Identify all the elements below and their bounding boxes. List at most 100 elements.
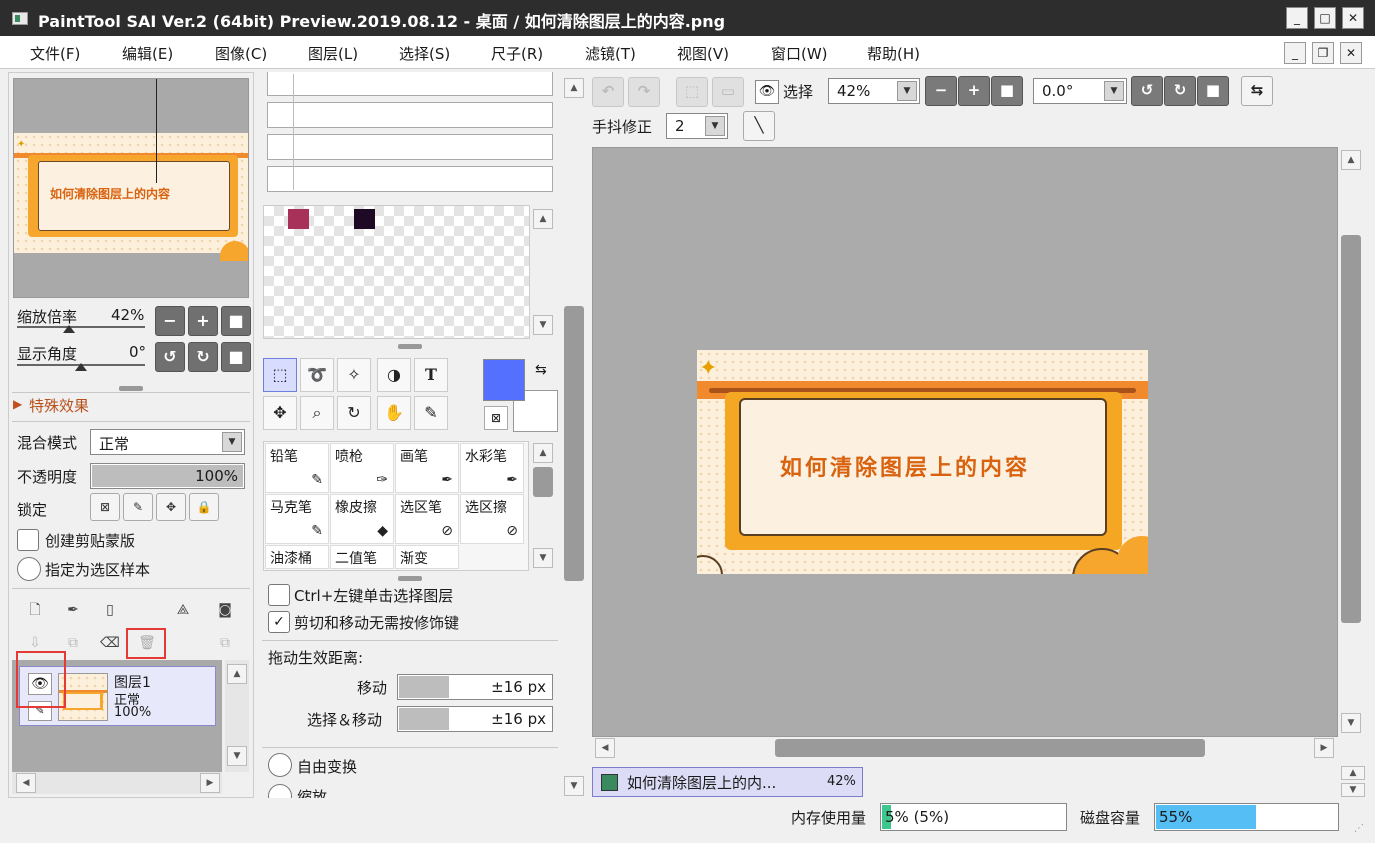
color-slider-3[interactable] <box>267 134 553 160</box>
toolbar-rotate-left-button[interactable]: ↺ <box>1131 76 1163 106</box>
tab-scroll-up-icon[interactable]: ▲ <box>1341 766 1365 780</box>
rotate-left-button[interactable]: ↺ <box>155 342 185 372</box>
zoom-reset-button[interactable]: ■ <box>221 306 251 336</box>
cut-move-checkbox[interactable]: ✓ <box>268 611 290 633</box>
scroll-down-icon[interactable]: ▼ <box>533 548 553 568</box>
zoom-tool[interactable]: ⌕ <box>300 396 334 430</box>
menu-edit[interactable]: 编辑(E) <box>122 43 173 64</box>
panel-splitter[interactable] <box>398 576 422 581</box>
layer-effect-icon[interactable]: ⟁ <box>173 600 193 620</box>
swap-colors-icon[interactable]: ⇆ <box>535 362 547 378</box>
brush-marker[interactable]: 马克笔 ✎ <box>265 494 329 544</box>
expand-arrow-icon[interactable]: ▶ <box>13 397 22 411</box>
flip-horizontal-button[interactable]: ⇆ <box>1241 76 1273 106</box>
eyedropper-tool[interactable]: ✎ <box>414 396 448 430</box>
brush-gradient[interactable]: 渐变 <box>395 545 459 569</box>
line-tool-button[interactable]: ╲ <box>743 111 775 141</box>
toolbar-rotate-reset-button[interactable]: ■ <box>1197 76 1229 106</box>
special-effects-title[interactable]: 特殊效果 <box>29 395 89 416</box>
new-layer-icon[interactable]: 🗋 <box>25 600 45 620</box>
scroll-down-icon[interactable]: ▼ <box>1341 713 1361 733</box>
scroll-thumb[interactable] <box>775 739 1205 757</box>
color-slider-2[interactable] <box>267 102 553 128</box>
new-layer-folder-icon[interactable]: ▯ <box>100 600 120 620</box>
menu-filter[interactable]: 滤镜(T) <box>585 43 636 64</box>
color-swatch[interactable] <box>354 209 375 229</box>
copy-layer-icon[interactable]: ⧉ <box>63 633 83 653</box>
layer-mask-icon[interactable]: ◙ <box>215 600 235 620</box>
rotate-tool[interactable]: ↻ <box>337 396 371 430</box>
scroll-down-icon[interactable]: ▼ <box>227 746 247 766</box>
panel-splitter[interactable] <box>119 386 143 391</box>
scroll-up-icon[interactable]: ▲ <box>533 443 553 463</box>
primary-color[interactable] <box>483 359 525 401</box>
rotate-reset-button[interactable]: ■ <box>221 342 251 372</box>
lasso-tool[interactable]: ➰ <box>300 358 334 392</box>
scroll-left-icon[interactable]: ◀ <box>16 773 36 793</box>
opacity-slider[interactable]: 100% <box>90 463 245 489</box>
canvas-image[interactable]: 如何清除图层上的内容 ✦ <box>697 350 1148 574</box>
toolbar-angle-select[interactable]: 0.0° ▼ <box>1033 78 1127 104</box>
layer-list-scrollbar[interactable]: ▲ ▼ <box>225 660 249 772</box>
zoom-out-button[interactable]: − <box>155 306 185 336</box>
rotate-right-button[interactable]: ↻ <box>188 342 218 372</box>
toolbar-zoom-in-button[interactable]: + <box>958 76 990 106</box>
toolbar-zoom-select[interactable]: 42% ▼ <box>828 78 920 104</box>
undo-button[interactable]: ↶ <box>592 77 624 107</box>
menu-layer[interactable]: 图层(L) <box>308 43 358 64</box>
clear-layer-icon[interactable]: ⌫ <box>100 633 120 653</box>
panel-splitter[interactable] <box>398 344 422 349</box>
scroll-up-icon[interactable]: ▲ <box>533 209 553 229</box>
layer-list-hscrollbar[interactable]: ◀ ▶ <box>12 772 222 794</box>
canvas-vscrollbar[interactable]: ▲ ▼ <box>1338 147 1364 737</box>
color-slider-4[interactable] <box>267 166 553 192</box>
menu-ruler[interactable]: 尺子(R) <box>491 43 543 64</box>
brush-binary[interactable]: 二值笔 <box>330 545 394 569</box>
scroll-up-icon[interactable]: ▲ <box>1341 150 1361 170</box>
clip-mask-checkbox[interactable] <box>17 529 39 551</box>
document-tab[interactable]: 如何清除图层上的内... 42% <box>592 767 863 797</box>
brush-brush[interactable]: 画笔 ✒ <box>395 443 459 493</box>
brush-scrollbar[interactable]: ▲ ▼ <box>531 441 555 571</box>
zoom-slider-thumb[interactable] <box>63 325 75 333</box>
toolbar-rotate-right-button[interactable]: ↻ <box>1164 76 1196 106</box>
deselect-button[interactable]: ⬚ <box>676 77 708 107</box>
hand-tool[interactable]: ✋ <box>377 396 411 430</box>
menu-help[interactable]: 帮助(H) <box>867 43 920 64</box>
brush-select-pen[interactable]: 选区笔 ⊘ <box>395 494 459 544</box>
invert-select-button[interactable]: ▭ <box>712 77 744 107</box>
text-tool[interactable]: T <box>414 358 448 392</box>
redo-button[interactable]: ↷ <box>628 77 660 107</box>
lock-paint-icon[interactable]: ✎ <box>123 493 153 521</box>
middle-scrollbar[interactable]: ▲ ▼ <box>562 76 586 798</box>
move-distance-slider[interactable]: ±16 px <box>397 674 553 700</box>
scroll-left-icon[interactable]: ◀ <box>595 738 615 758</box>
brush-pencil[interactable]: 铅笔 ✎ <box>265 443 329 493</box>
ctrl-click-checkbox[interactable] <box>268 584 290 606</box>
menu-file[interactable]: 文件(F) <box>30 43 80 64</box>
scroll-right-icon[interactable]: ▶ <box>200 773 220 793</box>
resize-grip-icon[interactable]: ⋰ <box>1354 823 1364 834</box>
scroll-down-icon[interactable]: ▼ <box>533 315 553 335</box>
brush-watercolor[interactable]: 水彩笔 ✒ <box>460 443 524 493</box>
eye-icon[interactable]: 👁 <box>755 80 779 104</box>
select-move-distance-slider[interactable]: ±16 px <box>397 706 553 732</box>
selection-sample-radio[interactable] <box>17 557 41 581</box>
maximize-button[interactable]: □ <box>1314 7 1336 29</box>
reset-colors-icon[interactable]: ⊠ <box>484 406 508 430</box>
brush-eraser[interactable]: 橡皮擦 ◆ <box>330 494 394 544</box>
doc-minimize-button[interactable]: _ <box>1284 42 1306 64</box>
angle-slider-thumb[interactable] <box>75 363 87 371</box>
lock-all-icon[interactable]: 🔒 <box>189 493 219 521</box>
brush-select-eraser[interactable]: 选区擦 ⊘ <box>460 494 524 544</box>
color-slider-1[interactable] <box>267 72 553 96</box>
layer-extra-icon[interactable]: ⧉ <box>215 633 235 653</box>
scroll-thumb[interactable] <box>1341 235 1361 623</box>
zoom-slider[interactable] <box>17 326 145 328</box>
lock-transparency-icon[interactable]: ⊠ <box>90 493 120 521</box>
navigator-preview[interactable]: 如何清除图层上的内容 ✦ <box>13 78 249 298</box>
scroll-down-icon[interactable]: ▼ <box>564 776 584 796</box>
scroll-thumb[interactable] <box>564 306 584 581</box>
stabilizer-select[interactable]: 2 ▼ <box>666 113 728 139</box>
scroll-up-icon[interactable]: ▲ <box>564 78 584 98</box>
